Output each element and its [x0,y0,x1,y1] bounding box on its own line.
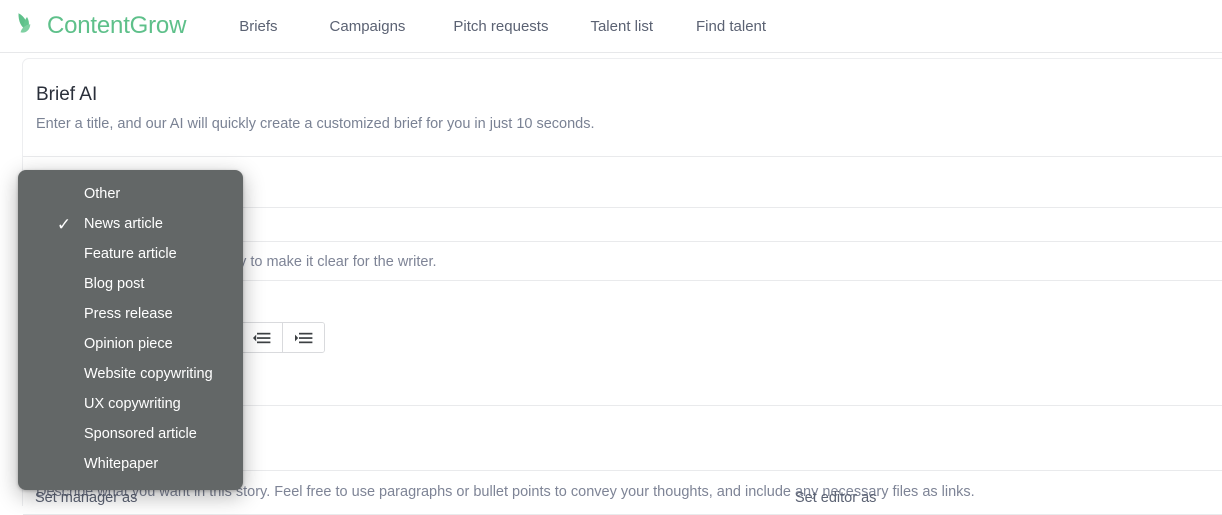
menu-item-label: Website copywriting [84,365,213,382]
menu-item-feature-article[interactable]: Feature article [18,239,243,269]
menu-item-website-copywriting[interactable]: Website copywriting [18,359,243,389]
nav-item-find-talent[interactable]: Find talent [696,18,766,35]
outdent-button[interactable] [242,323,283,352]
menu-item-blog-post[interactable]: Blog post [18,269,243,299]
leaf-logo-icon [18,13,31,33]
menu-item-label: Sponsored article [84,425,197,442]
card-header: Brief AI Enter a title, and our AI will … [23,59,1222,157]
nav-item-campaigns[interactable]: Campaigns [330,18,406,35]
top-navigation-bar: ContentGrow Briefs Campaigns Pitch reque… [0,0,1222,53]
nav-item-talent-list[interactable]: Talent list [590,18,653,35]
menu-item-label: News article [84,215,163,232]
menu-item-label: UX copywriting [84,395,181,412]
menu-item-press-release[interactable]: Press release [18,299,243,329]
menu-item-ux-copywriting[interactable]: UX copywriting [18,389,243,419]
brand-logo[interactable]: ContentGrow [12,6,186,46]
nav-item-pitch-requests[interactable]: Pitch requests [453,18,548,35]
indent-icon [294,332,312,343]
menu-item-whitepaper[interactable]: Whitepaper [18,449,243,479]
nav-item-briefs[interactable]: Briefs [239,18,277,35]
set-editor-label: Set editor as [795,490,877,506]
set-manager-label: Set manager as [35,490,138,506]
menu-item-sponsored-article[interactable]: Sponsored article [18,419,243,449]
outdent-icon [253,332,271,343]
menu-item-label: Whitepaper [84,455,159,472]
menu-item-label: Other [84,185,121,202]
check-icon: ✓ [56,214,72,234]
menu-item-label: Feature article [84,245,177,262]
menu-item-other[interactable]: Other [18,179,243,209]
assignment-row: Set manager as Set editor as [22,488,1222,506]
page-subtitle: Enter a title, and our AI will quickly c… [36,116,595,132]
indent-button[interactable] [283,323,324,352]
menu-item-opinion-piece[interactable]: Opinion piece [18,329,243,359]
menu-item-label: Press release [84,305,173,322]
page-title: Brief AI [36,84,98,105]
content-type-dropdown-menu[interactable]: Other ✓ News article Feature article Blog po… [18,170,243,490]
brand-name: ContentGrow [47,12,187,39]
main-nav: Briefs Campaigns Pitch requests Talent l… [239,0,766,52]
menu-item-label: Blog post [84,275,145,292]
menu-item-news-article[interactable]: ✓ News article [18,209,243,239]
menu-item-label: Opinion piece [84,335,173,352]
